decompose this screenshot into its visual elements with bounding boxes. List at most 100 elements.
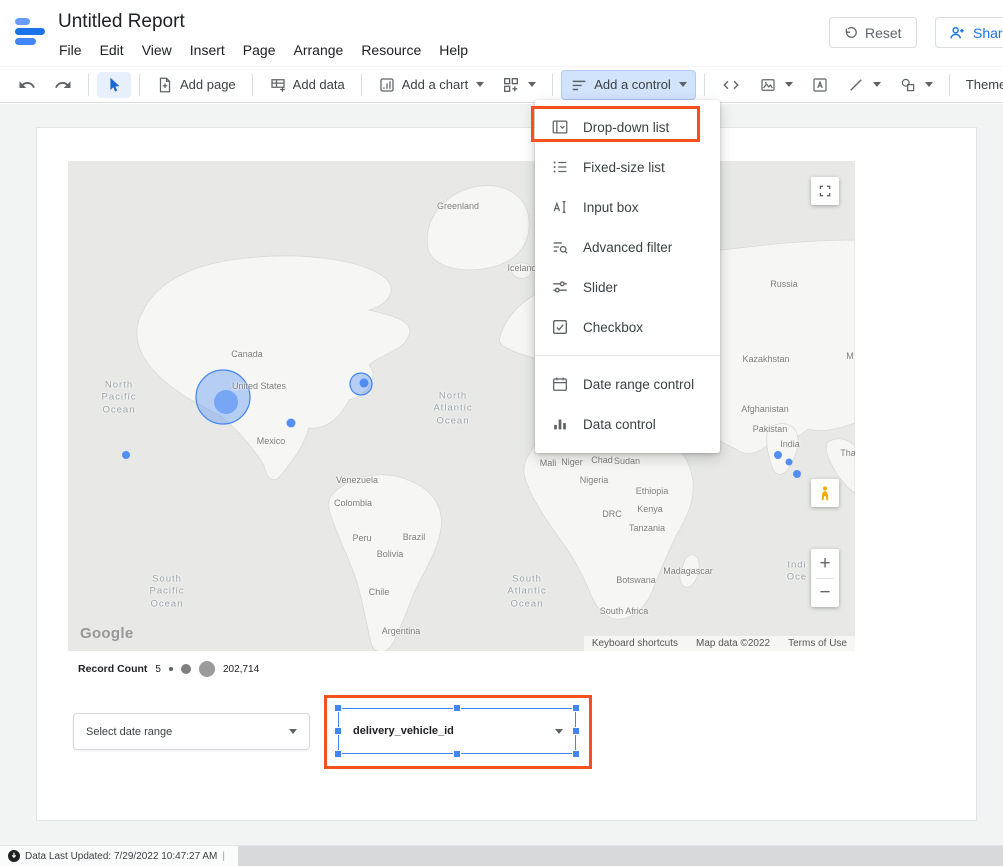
map-bubble[interactable] bbox=[774, 451, 782, 459]
map-label: Russia bbox=[770, 279, 798, 289]
shape-tool-button[interactable] bbox=[891, 71, 941, 99]
geo-bubble-map-chart[interactable]: Greenland Iceland Canada United States M… bbox=[68, 161, 855, 651]
horizontal-scrollbar[interactable] bbox=[238, 846, 1003, 866]
menu-item-data-control[interactable]: Data control bbox=[535, 404, 720, 444]
menu-page[interactable]: Page bbox=[234, 39, 285, 61]
embed-code-button[interactable] bbox=[713, 71, 749, 99]
share-label: Share bbox=[973, 25, 1003, 41]
chevron-down-icon bbox=[555, 729, 563, 738]
add-control-label: Add a control bbox=[594, 77, 671, 92]
map-label: South Africa bbox=[600, 606, 649, 616]
data-control-icon bbox=[551, 415, 569, 433]
text-tool-button[interactable] bbox=[803, 71, 837, 99]
menu-arrange[interactable]: Arrange bbox=[285, 39, 353, 61]
menu-item-checkbox[interactable]: Checkbox bbox=[535, 307, 720, 347]
advanced-filter-icon bbox=[551, 238, 569, 256]
fullscreen-button[interactable] bbox=[811, 177, 839, 205]
chevron-down-icon bbox=[785, 82, 793, 91]
menu-item-fixed-size-list[interactable]: Fixed-size list bbox=[535, 147, 720, 187]
app-header: Untitled Report File Edit View Insert Pa… bbox=[0, 0, 1003, 66]
status-divider: | bbox=[222, 851, 225, 862]
undo-button[interactable] bbox=[10, 71, 44, 99]
add-chart-icon bbox=[378, 76, 396, 94]
dropdown-field-label: delivery_vehicle_id bbox=[353, 725, 454, 737]
menu-item-label: Input box bbox=[583, 200, 639, 215]
highlight-box-control: delivery_vehicle_id bbox=[324, 695, 592, 769]
report-title[interactable]: Untitled Report bbox=[58, 11, 185, 33]
menu-resource[interactable]: Resource bbox=[352, 39, 430, 61]
menu-item-date-range-control[interactable]: Date range control bbox=[535, 364, 720, 404]
menu-edit[interactable]: Edit bbox=[91, 39, 133, 61]
reset-button[interactable]: Reset bbox=[829, 17, 917, 48]
redo-button[interactable] bbox=[46, 71, 80, 99]
map-label: Colombia bbox=[334, 498, 372, 508]
legend-large-bubble bbox=[199, 661, 215, 677]
community-visualizations-button[interactable] bbox=[494, 71, 544, 99]
menu-item-input-box[interactable]: Input box bbox=[535, 187, 720, 227]
chevron-down-icon bbox=[289, 729, 297, 738]
menu-view[interactable]: View bbox=[133, 39, 181, 61]
select-tool-button[interactable] bbox=[97, 72, 131, 98]
reset-icon bbox=[842, 25, 858, 41]
resize-handle[interactable] bbox=[454, 705, 460, 711]
menu-help[interactable]: Help bbox=[430, 39, 477, 61]
map-label: Mexico bbox=[257, 436, 286, 446]
menu-item-drop-down-list[interactable]: Drop-down list bbox=[535, 107, 720, 147]
map-bubble[interactable] bbox=[287, 419, 296, 428]
add-data-button[interactable]: Add data bbox=[261, 71, 353, 99]
chevron-down-icon bbox=[873, 82, 881, 91]
date-range-control[interactable]: Select date range bbox=[73, 713, 310, 750]
add-control-icon bbox=[570, 76, 588, 94]
line-icon bbox=[847, 76, 865, 94]
resize-handle[interactable] bbox=[454, 751, 460, 757]
menu-item-advanced-filter[interactable]: Advanced filter bbox=[535, 227, 720, 267]
resize-handle[interactable] bbox=[573, 728, 579, 734]
data-studio-logo-icon[interactable] bbox=[15, 14, 49, 48]
theme-and-layout-button[interactable]: Theme and layout bbox=[958, 72, 1003, 97]
shape-icon bbox=[899, 76, 917, 94]
theme-and-layout-label: Theme and layout bbox=[966, 77, 1003, 92]
line-tool-button[interactable] bbox=[839, 71, 889, 99]
report-canvas[interactable]: Greenland Iceland Canada United States M… bbox=[36, 127, 977, 821]
resize-handle[interactable] bbox=[573, 705, 579, 711]
legend-max-value: 202,714 bbox=[223, 664, 259, 675]
pegman-icon[interactable] bbox=[811, 479, 839, 507]
zoom-out-button[interactable]: − bbox=[811, 579, 839, 607]
zoom-in-button[interactable]: + bbox=[811, 550, 839, 578]
drop-down-list-icon bbox=[551, 118, 569, 136]
menu-item-label: Data control bbox=[583, 417, 656, 432]
toolbar-separator bbox=[252, 74, 253, 96]
dropdown-filter-control[interactable]: delivery_vehicle_id bbox=[338, 708, 576, 754]
image-icon bbox=[759, 76, 777, 94]
map-bubble[interactable] bbox=[122, 451, 130, 459]
menu-item-label: Advanced filter bbox=[583, 240, 672, 255]
add-chart-button[interactable]: Add a chart bbox=[370, 71, 493, 99]
map-bubble[interactable] bbox=[214, 390, 238, 414]
map-label: Iceland bbox=[507, 263, 536, 273]
map-data-label: Map data ©2022 bbox=[696, 638, 770, 649]
terms-of-use-link[interactable]: Terms of Use bbox=[788, 638, 847, 649]
keyboard-shortcuts-link[interactable]: Keyboard shortcuts bbox=[592, 638, 678, 649]
map-bubble[interactable] bbox=[786, 459, 793, 466]
map-label: Chad bbox=[591, 455, 613, 465]
menu-item-slider[interactable]: Slider bbox=[535, 267, 720, 307]
legend-min-value: 5 bbox=[155, 664, 161, 675]
menu-insert[interactable]: Insert bbox=[181, 39, 234, 61]
add-page-button[interactable]: Add page bbox=[148, 71, 244, 99]
input-box-icon bbox=[551, 198, 569, 216]
image-tool-button[interactable] bbox=[751, 71, 801, 99]
resize-handle[interactable] bbox=[335, 728, 341, 734]
add-control-button[interactable]: Add a control bbox=[561, 70, 696, 100]
menu-item-label: Fixed-size list bbox=[583, 160, 665, 175]
fullscreen-icon bbox=[817, 183, 833, 199]
map-bubble[interactable] bbox=[793, 470, 801, 478]
map-bubble[interactable] bbox=[360, 379, 369, 388]
share-button[interactable]: Share bbox=[935, 17, 1003, 48]
menu-file[interactable]: File bbox=[50, 39, 91, 61]
resize-handle[interactable] bbox=[335, 705, 341, 711]
resize-handle[interactable] bbox=[573, 751, 579, 757]
person-add-icon bbox=[948, 24, 966, 42]
map-label: Ethiopia bbox=[636, 486, 669, 496]
resize-handle[interactable] bbox=[335, 751, 341, 757]
map-label: Niger bbox=[561, 457, 583, 467]
